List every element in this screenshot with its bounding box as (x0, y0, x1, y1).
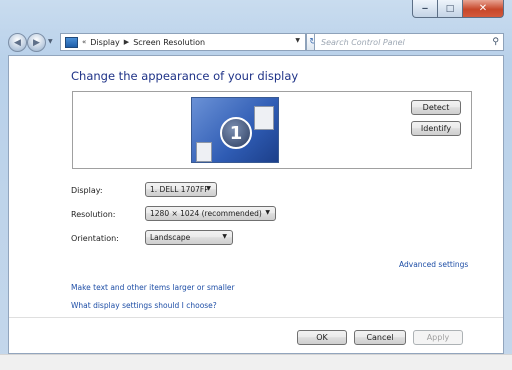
display-label: Display: (71, 186, 103, 195)
search-box[interactable]: Search Control Panel ⚲ (314, 33, 504, 51)
divider (9, 317, 503, 318)
breadcrumb-screen-resolution[interactable]: Screen Resolution (133, 38, 205, 47)
address-dropdown-icon[interactable]: ▼ (295, 37, 300, 44)
search-input[interactable]: Search Control Panel (321, 38, 405, 47)
control-panel-icon (65, 36, 78, 48)
maximize-button[interactable]: □ (438, 0, 463, 18)
detect-button[interactable]: Detect (411, 100, 461, 115)
page-title: Change the appearance of your display (71, 69, 299, 83)
window-thumbnail-icon (196, 142, 212, 162)
chevron-down-icon: ▼ (265, 209, 270, 216)
caption-buttons: ‒ □ ✕ (412, 0, 504, 18)
maximize-icon: □ (445, 3, 455, 14)
recent-pages-dropdown-icon[interactable]: ▼ (48, 38, 53, 45)
display-help-link[interactable]: What display settings should I choose? (71, 301, 217, 310)
arrow-left-icon: ◀ (14, 37, 21, 48)
title-bar[interactable]: ‒ □ ✕ (0, 0, 512, 30)
monitor-number-badge: 1 (220, 117, 252, 149)
content-panel: Change the appearance of your display 1 … (8, 55, 504, 354)
orientation-select-value: Landscape (150, 233, 191, 242)
breadcrumb-overflow[interactable]: « (82, 38, 86, 46)
monitor-1[interactable]: 1 (191, 97, 279, 163)
orientation-label: Orientation: (71, 234, 119, 243)
resolution-select[interactable]: 1280 × 1024 (recommended) ▼ (145, 206, 276, 221)
search-icon[interactable]: ⚲ (492, 37, 499, 47)
arrow-right-icon: ▶ (33, 37, 40, 48)
cancel-button[interactable]: Cancel (354, 330, 406, 345)
breadcrumb-separator-icon[interactable]: ▶ (124, 38, 129, 46)
advanced-settings-link[interactable]: Advanced settings (399, 260, 468, 269)
window-bottom-edge (0, 354, 512, 370)
forward-button[interactable]: ▶ (27, 33, 46, 52)
apply-button: Apply (413, 330, 463, 345)
back-button[interactable]: ◀ (8, 33, 27, 52)
display-select-value: 1. DELL 1707FP (150, 185, 209, 194)
resolution-label: Resolution: (71, 210, 116, 219)
close-icon: ✕ (478, 3, 488, 14)
chevron-down-icon: ▼ (206, 185, 211, 192)
identify-button[interactable]: Identify (411, 121, 461, 136)
breadcrumb-display[interactable]: Display (90, 38, 120, 47)
navigation-bar: ◀ ▶ ▼ « Display ▶ Screen Resolution ▼ ↻ … (0, 31, 512, 53)
close-button[interactable]: ✕ (463, 0, 504, 18)
chevron-down-icon: ▼ (222, 233, 227, 240)
display-preview: 1 Detect Identify (72, 91, 472, 169)
display-select[interactable]: 1. DELL 1707FP ▼ (145, 182, 217, 197)
resolution-select-value: 1280 × 1024 (recommended) (150, 209, 262, 218)
window-thumbnail-icon (254, 106, 274, 130)
minimize-icon: ‒ (421, 3, 429, 14)
window-frame: ‒ □ ✕ ◀ ▶ ▼ « Display ▶ Screen Resolutio… (0, 0, 512, 370)
orientation-select[interactable]: Landscape ▼ (145, 230, 233, 245)
minimize-button[interactable]: ‒ (412, 0, 438, 18)
text-size-link[interactable]: Make text and other items larger or smal… (71, 283, 235, 292)
ok-button[interactable]: OK (297, 330, 347, 345)
address-bar[interactable]: « Display ▶ Screen Resolution ▼ (60, 33, 306, 51)
